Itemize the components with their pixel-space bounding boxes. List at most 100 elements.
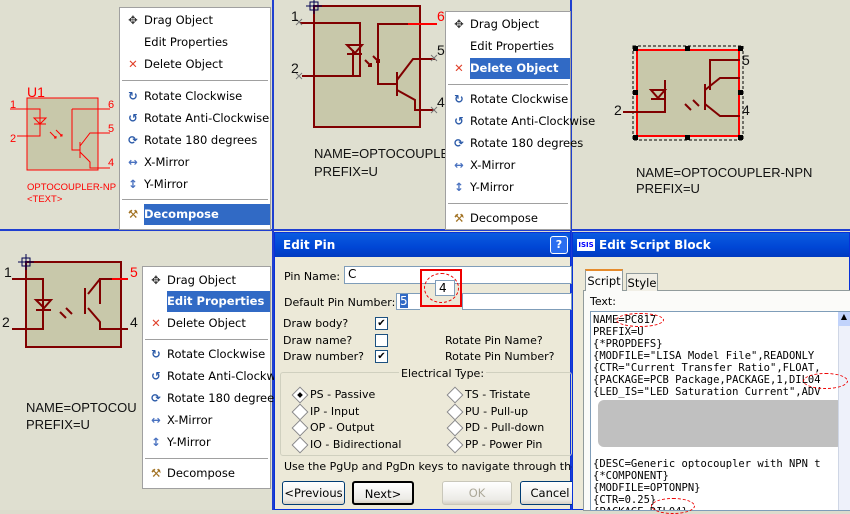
menu-item-drag-object[interactable]: ✥ Drag Object [446, 14, 570, 35]
script-line: {*PROPDEFS} [593, 338, 663, 350]
script-line: PREFIX=U [593, 326, 644, 338]
menu-item-rotate-anti-clockwise[interactable]: ↺ Rotate Anti-Clockwise [120, 108, 270, 129]
menu-item-label: Rotate 180 degrees [167, 391, 281, 405]
menu-item-rotate-clockwise[interactable]: ↻ Rotate Clockwise [120, 86, 270, 107]
rotate-anticlockwise-icon: ↺ [151, 369, 161, 383]
menu-item-edit-properties[interactable]: Edit Properties [120, 32, 270, 53]
optocoupler-symbol-selected[interactable] [615, 40, 755, 150]
pin-number: 6 [437, 8, 445, 24]
script-textarea[interactable]: NAME=PC817 PREFIX=U {*PROPDEFS} {MODFILE="L… [590, 311, 850, 511]
pin-number: 2 [614, 102, 622, 118]
rotate-180-icon: ⟳ [454, 136, 464, 150]
name-property: NAME=OPTOCOU [26, 400, 137, 415]
pin-number: 2 [291, 60, 299, 76]
draw-name-checkbox[interactable] [375, 334, 388, 347]
component-ref: U1 [27, 84, 45, 100]
menu-item-y-mirror[interactable]: ↕ Y-Mirror [143, 432, 270, 453]
redacted-region [598, 400, 843, 447]
menu-item-decompose[interactable]: ⚒ Decompose [143, 463, 270, 484]
rotate-clockwise-icon: ↻ [128, 89, 138, 103]
menu-item-label: Decompose [167, 466, 235, 480]
menu-item-rotate-180-degrees[interactable]: ⟳ Rotate 180 degrees [120, 130, 270, 151]
menu-item-delete-object[interactable]: ✕ Delete Object [120, 54, 270, 75]
radio-label: PP - Power Pin [465, 437, 543, 451]
next-button[interactable]: Next> [352, 481, 414, 505]
text-label: <TEXT> [27, 194, 63, 205]
menu-item-decompose[interactable]: ⚒ Decompose [120, 204, 270, 225]
dialog-title-bar[interactable]: Edit Pin [275, 233, 570, 257]
dialog-title-bar[interactable]: Edit Script Block [573, 233, 849, 257]
menu-item-delete-object[interactable]: ✕ Delete Object [446, 58, 570, 79]
menu-item-y-mirror[interactable]: ↕ Y-Mirror [446, 177, 570, 198]
menu-item-label: Drag Object [167, 273, 237, 287]
radio-label: OP - Output [310, 421, 375, 434]
radio-label: TS - Tristate [465, 388, 531, 401]
menu-item-x-mirror[interactable]: ↔ X-Mirror [120, 152, 270, 173]
menu-item-rotate-180-degrees[interactable]: ⟳ Rotate 180 degrees [446, 133, 583, 154]
menu-item-label: Rotate Anti-Clockwise [470, 114, 596, 128]
electrical-type-label: Electrical Type: [399, 367, 487, 380]
menu-item-edit-properties[interactable]: Edit Properties [143, 291, 270, 312]
tab-style[interactable]: Style [626, 273, 658, 291]
pin-number: 4 [742, 102, 750, 118]
menu-separator [448, 203, 568, 204]
scroll-up-button[interactable]: ▲ [838, 312, 850, 326]
menu-item-label: Edit Properties [470, 39, 555, 53]
menu-item-rotate-180-degrees[interactable]: ⟳ Rotate 180 degrees [143, 388, 280, 409]
dialog-title: Edit Script Block [599, 238, 711, 252]
menu-item-x-mirror[interactable]: ↔ X-Mirror [446, 155, 570, 176]
default-pin-number-input[interactable]: 5 [396, 293, 420, 310]
pin-number: 5 [437, 42, 445, 58]
menu-item-label: Drag Object [144, 13, 214, 27]
rotate-anticlockwise-icon: ↺ [454, 114, 464, 128]
menu-separator [145, 339, 268, 340]
menu-item-rotate-clockwise[interactable]: ↻ Rotate Clockwise [143, 344, 270, 365]
radio-label: PS - Passive [310, 388, 376, 401]
rotate-pin-name-label: Rotate Pin Name? [445, 334, 543, 347]
move-arrows-icon: ✥ [128, 13, 138, 27]
menu-item-edit-properties[interactable]: Edit Properties [446, 36, 570, 57]
menu-item-label: Delete Object [167, 316, 246, 330]
optocoupler-symbol[interactable] [0, 250, 140, 355]
ok-button[interactable]: OK [442, 481, 512, 505]
menu-item-rotate-anti-clockwise[interactable]: ↺ Rotate Anti-Clockwise [143, 366, 292, 387]
menu-item-label: Rotate Anti-Clockwise [144, 111, 270, 125]
x-mirror-icon: ↔ [151, 413, 161, 427]
menu-item-drag-object[interactable]: ✥ Drag Object [143, 270, 270, 291]
rotate-clockwise-icon: ↻ [151, 347, 161, 361]
script-line: {PACKAGE=PCB Package,PACKAGE,1,DIL04 [593, 374, 821, 386]
menu-item-y-mirror[interactable]: ↕ Y-Mirror [120, 174, 270, 195]
x-mirror-icon: ↔ [128, 155, 138, 169]
menu-item-label: Decompose [470, 211, 538, 225]
y-mirror-icon: ↕ [128, 177, 138, 191]
rotate-pin-number-label: Rotate Pin Number? [445, 350, 555, 363]
menu-item-x-mirror[interactable]: ↔ X-Mirror [143, 410, 270, 431]
cancel-button[interactable]: Cancel [520, 481, 580, 505]
rotate-anticlockwise-icon: ↺ [128, 111, 138, 125]
radio-label: PD - Pull-down [465, 421, 545, 434]
menu-item-decompose[interactable]: ⚒ Decompose [446, 208, 570, 229]
draw-body-checkbox[interactable]: ✔ [375, 317, 388, 330]
tab-script[interactable]: Script [585, 269, 623, 291]
menu-separator [122, 199, 268, 200]
menu-item-rotate-anti-clockwise[interactable]: ↺ Rotate Anti-Clockwise [446, 111, 595, 132]
menu-item-drag-object[interactable]: ✥ Drag Object [120, 10, 270, 31]
menu-separator [448, 84, 568, 85]
optocoupler-symbol[interactable] [285, 0, 450, 135]
vertical-scrollbar[interactable] [838, 312, 850, 510]
isis-app-icon: ISIS [577, 239, 595, 251]
help-button[interactable]: ? [550, 236, 568, 254]
menu-item-rotate-clockwise[interactable]: ↻ Rotate Clockwise [446, 89, 570, 110]
pin-number: 4 [130, 314, 138, 330]
menu-item-label: Drag Object [470, 17, 540, 31]
radio-label: IP - Input [310, 404, 360, 418]
y-mirror-icon: ↕ [454, 180, 464, 194]
menu-item-delete-object[interactable]: ✕ Delete Object [143, 313, 270, 334]
rotate-180-icon: ⟳ [128, 133, 138, 147]
hammer-icon: ⚒ [453, 211, 465, 225]
menu-separator [145, 458, 268, 459]
draw-number-checkbox[interactable]: ✔ [375, 350, 388, 363]
previous-button[interactable]: <Previous [282, 481, 345, 505]
move-arrows-icon: ✥ [454, 17, 464, 31]
edit-script-block-dialog: Edit Script Block ISIS Script Style Text… [572, 232, 850, 514]
